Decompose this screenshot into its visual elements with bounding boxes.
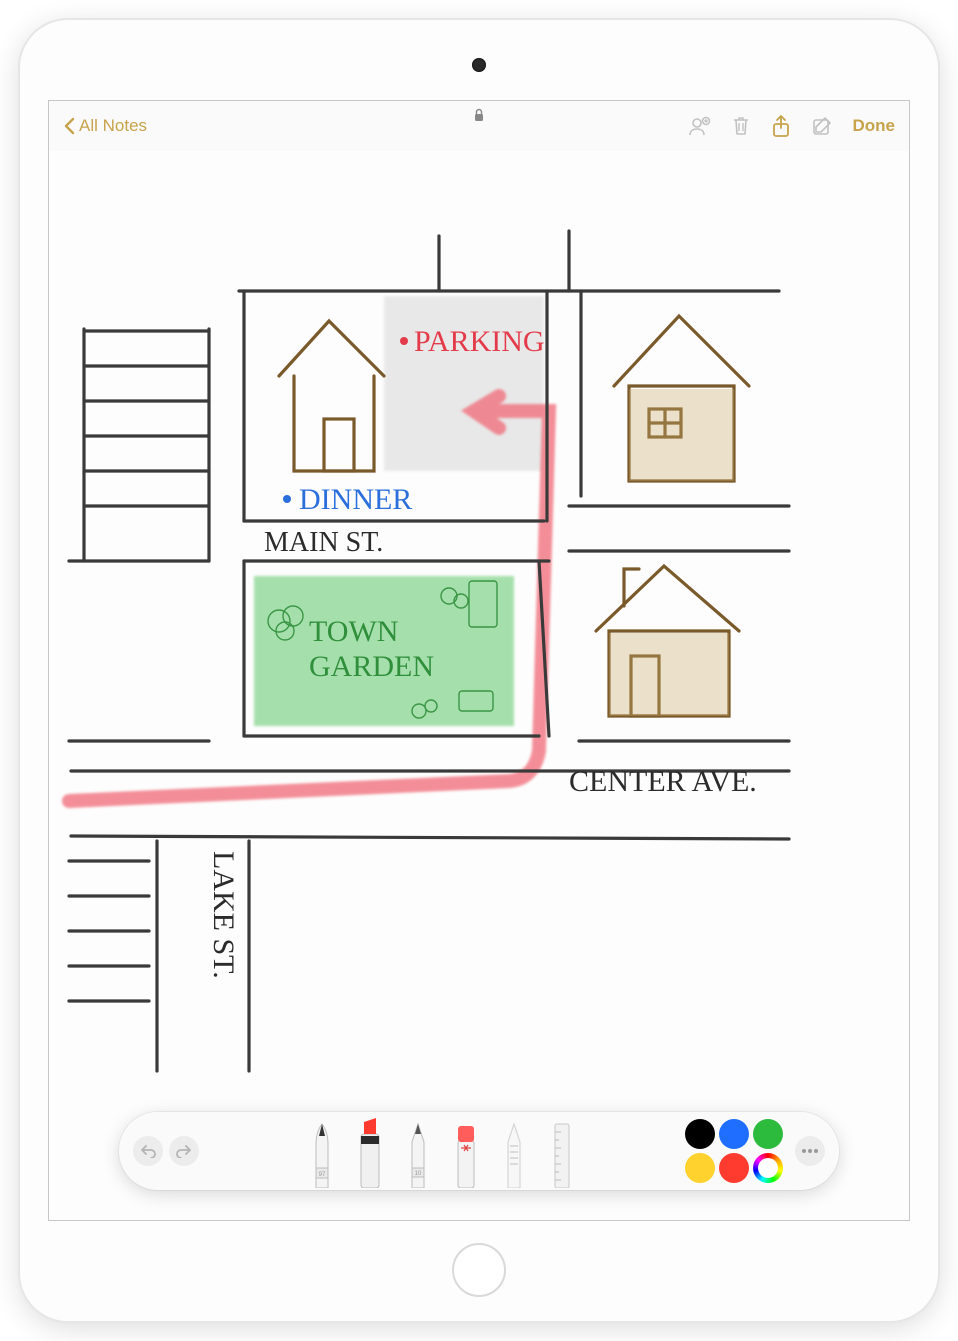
ipad-frame: All Notes Done <box>20 20 938 1321</box>
label-garden: GARDEN <box>309 650 434 683</box>
swatch-black[interactable] <box>685 1119 715 1149</box>
label-parking: PARKING <box>414 325 545 358</box>
label-lake-st: LAKE ST. <box>207 851 240 979</box>
back-label: All Notes <box>79 116 147 136</box>
compose-icon[interactable] <box>811 115 833 137</box>
tool-pen[interactable]: 97 <box>300 1118 344 1188</box>
color-swatches <box>685 1119 783 1183</box>
tool-pencil[interactable]: 10 <box>396 1118 440 1188</box>
drawing-toolbar: 97 10 <box>119 1112 839 1190</box>
lock-icon <box>473 107 485 127</box>
swatch-red[interactable] <box>719 1153 749 1183</box>
swatch-blue[interactable] <box>719 1119 749 1149</box>
notes-toolbar: All Notes Done <box>49 101 909 151</box>
back-button[interactable]: All Notes <box>63 116 147 136</box>
label-center-ave: CENTER AVE. <box>569 765 757 798</box>
note-canvas[interactable]: PARKING DINNER MAIN ST. TOWN GARDEN CENT… <box>49 151 909 1220</box>
share-icon[interactable] <box>771 114 791 138</box>
swatch-green[interactable] <box>753 1119 783 1149</box>
tool-marker[interactable] <box>348 1114 392 1188</box>
svg-text:97: 97 <box>319 1172 326 1178</box>
notes-app-screen: All Notes Done <box>48 100 910 1221</box>
label-main-st: MAIN ST. <box>264 527 383 558</box>
redo-button[interactable] <box>169 1136 199 1166</box>
tool-eraser[interactable] <box>444 1118 488 1188</box>
label-town: TOWN <box>309 615 398 648</box>
collaborate-icon[interactable] <box>687 115 711 137</box>
tool-tray: 97 10 <box>205 1112 679 1190</box>
tool-lasso[interactable] <box>492 1118 536 1188</box>
tool-ruler[interactable] <box>540 1118 584 1188</box>
home-button[interactable] <box>452 1243 506 1297</box>
svg-text:10: 10 <box>415 1171 422 1177</box>
more-button[interactable] <box>795 1136 825 1166</box>
label-dinner: DINNER <box>299 483 412 516</box>
chevron-left-icon <box>63 117 75 135</box>
camera-dot <box>472 58 486 72</box>
undo-button[interactable] <box>133 1136 163 1166</box>
done-button[interactable]: Done <box>853 116 896 136</box>
swatch-color-picker[interactable] <box>753 1153 783 1183</box>
trash-icon[interactable] <box>731 115 751 137</box>
swatch-yellow[interactable] <box>685 1153 715 1183</box>
